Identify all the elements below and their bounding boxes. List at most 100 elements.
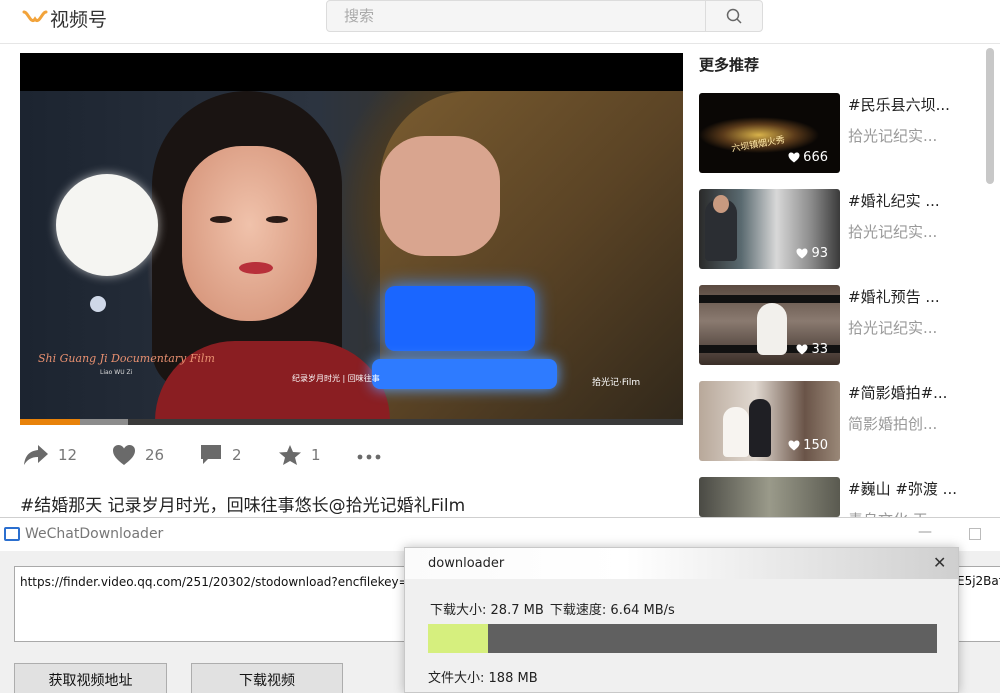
video-phone-screen-lower — [372, 359, 557, 389]
recommendation-author: 拾光记纪实... — [848, 319, 938, 337]
recommendation-item[interactable]: 33 #婚礼预告 ... 拾光记纪实... — [699, 285, 989, 365]
recommendation-thumbnail: 33 — [699, 285, 840, 365]
recommendation-thumbnail: 150 — [699, 381, 840, 461]
downloaded-label: 下载大小: — [430, 603, 487, 618]
comment-icon — [201, 445, 221, 464]
likes-count: 33 — [811, 342, 828, 357]
maximize-button[interactable] — [969, 528, 981, 540]
share-icon — [24, 445, 48, 465]
likes-count: 666 — [803, 150, 828, 165]
downloaded-value: 28.7 MB — [490, 603, 544, 618]
more-icon — [357, 454, 381, 460]
video-eye-right — [266, 216, 288, 223]
video-player[interactable]: Shi Guang Ji Documentary Film Liao WU Zi… — [20, 53, 683, 425]
page-scrollbar[interactable] — [986, 48, 994, 184]
video-watermark: 拾光记·Film — [592, 378, 641, 388]
video-bokeh-light — [56, 174, 158, 276]
comment-button[interactable]: 2 — [199, 444, 242, 466]
share-button[interactable]: 12 — [23, 444, 77, 466]
recommendation-thumbnail — [699, 477, 840, 517]
recommendation-likes: 33 — [796, 342, 828, 357]
recommendation-author: 简影婚拍创... — [848, 415, 938, 433]
search-bar — [326, 0, 763, 32]
recommendation-item[interactable]: 六坝镇烟火秀 666 #民乐县六坝... 拾光记纪实... — [699, 93, 989, 173]
video-lips-shape — [239, 262, 273, 274]
window-title: WeChatDownloader — [25, 526, 164, 542]
dialog-title: downloader — [428, 556, 505, 571]
recommendation-title: #民乐县六坝... — [848, 96, 950, 114]
video-signature-sub: Liao WU Zi — [100, 369, 133, 376]
url-text-tail: E5j2Baf\ — [957, 574, 1000, 588]
logo-text: 视频号 — [50, 9, 108, 31]
likes-count: 93 — [811, 246, 828, 261]
search-icon — [726, 8, 742, 24]
heart-icon — [796, 248, 808, 259]
thumbnail-bride — [723, 407, 749, 457]
video-signature: Shi Guang Ji Documentary Film — [38, 352, 215, 365]
minimize-button[interactable]: — — [918, 524, 932, 540]
like-count: 26 — [145, 446, 165, 464]
speed-label: 下载速度: — [549, 603, 607, 618]
close-icon[interactable]: ✕ — [933, 553, 946, 572]
heart-icon — [796, 344, 808, 355]
thumbnail-groom — [749, 399, 771, 457]
recommendation-thumbnail: 93 — [699, 189, 840, 269]
like-button[interactable]: 26 — [112, 444, 164, 466]
video-phone-screen — [385, 286, 535, 351]
star-icon — [279, 445, 301, 465]
video-hand-shape — [380, 136, 500, 256]
top-bar: 视频号 — [0, 0, 1000, 44]
comment-count: 2 — [232, 446, 242, 464]
video-frame: Shi Guang Ji Documentary Film Liao WU Zi… — [20, 91, 683, 425]
file-size-value: 188 MB — [488, 671, 538, 686]
logo[interactable]: 视频号 — [22, 5, 107, 32]
search-button[interactable] — [705, 1, 762, 31]
url-text: https://finder.video.qq.com/251/20302/st… — [20, 575, 418, 589]
search-input[interactable] — [327, 1, 705, 31]
channels-logo-icon — [22, 10, 48, 22]
recommendations-title: 更多推荐 — [699, 56, 760, 74]
recommendation-author: 拾光记纪实... — [848, 223, 938, 241]
video-caption: 纪录岁月时光 | 回味往事 — [292, 374, 380, 383]
speed-value: 6.64 MB/s — [610, 603, 675, 618]
recommendation-likes: 150 — [788, 438, 828, 453]
window-app-icon — [4, 527, 20, 541]
video-bokeh-light-small — [90, 296, 106, 312]
recommendation-thumbnail: 六坝镇烟火秀 666 — [699, 93, 840, 173]
downloader-dialog: downloader ✕ 下载大小: 28.7 MB 下载速度: 6.64 MB… — [404, 547, 959, 693]
recommendation-item[interactable]: 150 #简影婚拍#... 简影婚拍创... — [699, 381, 989, 461]
video-eye-left — [210, 216, 232, 223]
heart-icon — [113, 445, 135, 465]
recommendation-title: #婚礼纪实 ... — [848, 192, 940, 210]
favorite-button[interactable]: 1 — [278, 444, 321, 466]
thumbnail-bride — [757, 303, 787, 355]
dialog-titlebar: downloader ✕ — [405, 548, 958, 579]
thumbnail-text: 六坝镇烟火秀 — [730, 135, 786, 155]
file-size: 文件大小: 188 MB — [428, 667, 538, 686]
get-video-url-button[interactable]: 获取视频地址 — [14, 663, 167, 693]
video-buffer-fill — [80, 419, 128, 425]
recommendation-author: 拾光记纪实... — [848, 127, 938, 145]
file-size-label: 文件大小: — [428, 671, 485, 686]
favorite-count: 1 — [311, 446, 321, 464]
video-title: #结婚那天 记录岁月时光，回味往事悠长@拾光记婚礼Film — [20, 496, 466, 516]
download-stats: 下载大小: 28.7 MB 下载速度: 6.64 MB/s — [430, 599, 675, 618]
more-button[interactable] — [357, 444, 390, 466]
video-face-shape — [182, 146, 317, 321]
recommendation-title: #婚礼预告 ... — [848, 288, 940, 306]
likes-count: 150 — [803, 438, 828, 453]
video-progress-bar[interactable] — [20, 419, 683, 425]
download-progress-bar — [428, 624, 937, 653]
share-count: 12 — [58, 446, 78, 464]
video-progress-fill — [20, 419, 80, 425]
heart-icon — [788, 440, 800, 451]
recommendation-title: #简影婚拍#... — [848, 384, 948, 402]
recommendation-item[interactable]: 93 #婚礼纪实 ... 拾光记纪实... — [699, 189, 989, 269]
download-progress-fill — [428, 624, 488, 653]
thumbnail-head — [713, 195, 729, 213]
download-video-button[interactable]: 下载视频 — [191, 663, 343, 693]
recommendation-title: #巍山 #弥渡 ... — [848, 480, 957, 498]
recommendation-likes: 93 — [796, 246, 828, 261]
recommendation-likes: 666 — [788, 150, 828, 165]
heart-icon — [788, 152, 800, 163]
